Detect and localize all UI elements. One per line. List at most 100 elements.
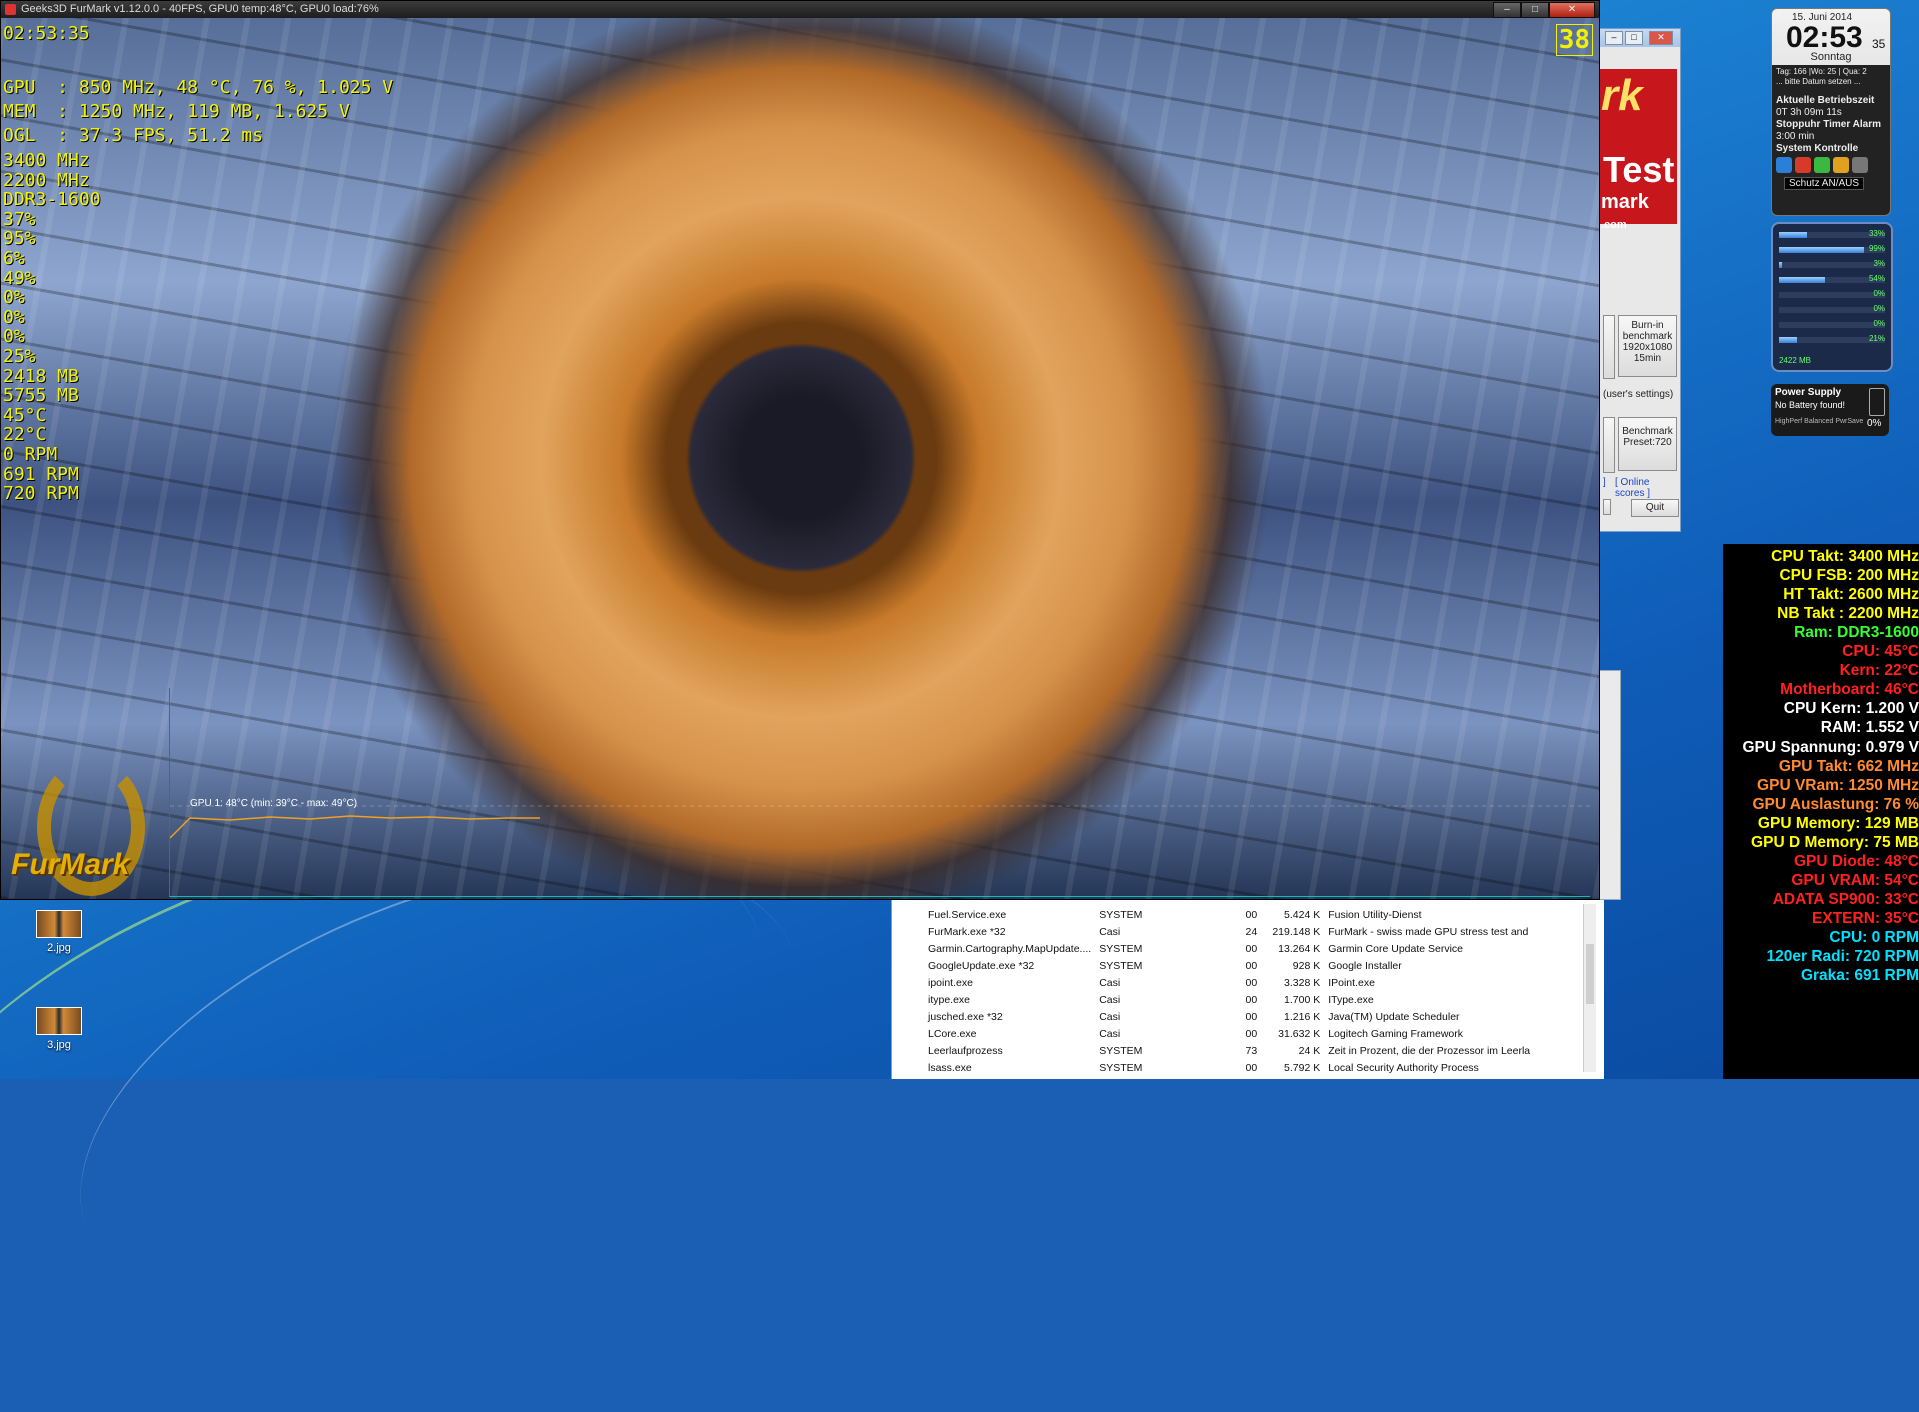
settings-label[interactable]: (user's settings)	[1603, 389, 1673, 400]
minimize-button[interactable]: –	[1493, 2, 1521, 18]
partial-button[interactable]	[1603, 417, 1615, 473]
sensor-reading: CPU: 45°C	[1842, 643, 1919, 661]
quit-button[interactable]: Quit	[1631, 499, 1679, 517]
desktop-icon-label: 3.jpg	[47, 1039, 71, 1051]
meter-bar: 54%	[1779, 277, 1885, 283]
furmark-banner-logo: rk Test mark .com	[1599, 69, 1677, 224]
furmark-window[interactable]: Geeks3D FurMark v1.12.0.0 - 40FPS, GPU0 …	[0, 0, 1600, 900]
process-cell: SYSTEM	[1095, 1059, 1198, 1076]
protect-toggle[interactable]: Schutz AN/AUS	[1784, 177, 1864, 190]
meter-memory: 2422 MB	[1779, 356, 1811, 365]
sensor-reading: Ram: DDR3-1600	[1794, 624, 1919, 642]
process-row[interactable]: LCore.exeCasi0031.632 KLogitech Gaming F…	[924, 1025, 1534, 1042]
close-button[interactable]: ✕	[1649, 31, 1673, 45]
process-cell: itype.exe	[924, 991, 1095, 1008]
osd-ogl-line: OGL : 37.3 FPS, 51.2 ms	[3, 124, 263, 148]
power-supply-gadget[interactable]: Power Supply No Battery found! HighPerf …	[1771, 384, 1889, 436]
timer-value[interactable]: 3:00 min	[1776, 131, 1814, 142]
image-file-icon	[36, 910, 82, 938]
osd-mem-line: MEM : 1250 MHz, 119 MB, 1.625 V	[3, 100, 350, 124]
meter-fill	[1779, 232, 1807, 238]
osd-gpu-line: GPU : 850 MHz, 48 °C, 76 %, 1.025 V	[3, 76, 393, 100]
power-plans[interactable]: HighPerf Balanced PwrSave	[1775, 418, 1863, 425]
clock-gadget[interactable]: 15. Juni 2014 02:53 35 Sonntag Tag: 166 …	[1771, 8, 1891, 216]
sensor-reading: CPU FSB: 200 MHz	[1779, 567, 1919, 585]
system-control-label: System Kontrolle	[1776, 143, 1858, 154]
process-row[interactable]: Garmin.Cartography.MapUpdate....SYSTEM00…	[924, 940, 1534, 957]
process-cell: 00	[1198, 1025, 1261, 1042]
close-button[interactable]: ✕	[1549, 2, 1595, 18]
process-cell: 219.148 K	[1261, 923, 1324, 940]
process-cell: IPoint.exe	[1324, 974, 1534, 991]
maximize-button[interactable]: □	[1521, 2, 1549, 18]
process-cell: Fusion Utility-Dienst	[1324, 906, 1534, 923]
process-cell: 00	[1198, 1008, 1261, 1025]
desktop-icon-3jpg[interactable]: 3.jpg	[24, 1007, 94, 1051]
process-row[interactable]: Fuel.Service.exeSYSTEM005.424 KFusion Ut…	[924, 906, 1534, 923]
partial-button[interactable]	[1603, 315, 1615, 379]
battery-percent: 0%	[1867, 418, 1881, 429]
minimize-button[interactable]: –	[1605, 31, 1623, 45]
banner-text: rk	[1601, 71, 1643, 121]
process-cell: 1.700 K	[1261, 991, 1324, 1008]
gadget-day: Sonntag	[1772, 51, 1890, 63]
sensor-reading: RAM: 1.552 V	[1821, 719, 1919, 737]
osd-clock: 02:53:35	[3, 22, 90, 46]
sensor-reading: CPU: 0 RPM	[1829, 929, 1919, 947]
process-row[interactable]: LeerlaufprozessSYSTEM7324 KZeit in Proze…	[924, 1042, 1534, 1059]
process-cell: SYSTEM	[1095, 1042, 1198, 1059]
process-cell: FurMark.exe *32	[924, 923, 1095, 940]
benchmark-preset-button[interactable]: Benchmark Preset:720	[1618, 417, 1677, 471]
process-cell: ipoint.exe	[924, 974, 1095, 991]
process-cell: 00	[1198, 940, 1261, 957]
maximize-button[interactable]: □	[1625, 31, 1643, 45]
vertical-scrollbar[interactable]	[1583, 904, 1596, 1072]
process-cell: 24 K	[1261, 1042, 1324, 1059]
partial-button[interactable]	[1603, 499, 1611, 515]
furmark-titlebar[interactable]: Geeks3D FurMark v1.12.0.0 - 40FPS, GPU0 …	[1, 1, 1599, 18]
process-cell: 24	[1198, 923, 1261, 940]
sensor-reading: HT Takt: 2600 MHz	[1783, 586, 1919, 604]
process-cell: 13.264 K	[1261, 940, 1324, 957]
online-scores-link[interactable]: [ Online scores ]	[1615, 477, 1680, 499]
uptime-label: Aktuelle Betriebszeit	[1776, 95, 1874, 106]
cpu-meter-gadget[interactable]: 33%99%3%54%0%0%0%21% 2422 MB	[1771, 222, 1893, 372]
sensor-reading: Graka: 691 RPM	[1801, 967, 1919, 985]
process-row[interactable]: lsass.exeSYSTEM005.792 KLocal Security A…	[924, 1059, 1534, 1076]
process-cell: Google Installer	[1324, 957, 1534, 974]
sensor-reading: GPU Spannung: 0.979 V	[1742, 739, 1919, 757]
meter-fill	[1779, 277, 1825, 283]
process-row[interactable]: ipoint.exeCasi003.328 KIPoint.exe	[924, 974, 1534, 991]
process-cell: 5.792 K	[1261, 1059, 1324, 1076]
temperature-graph: GPU 1: 48°C (min: 39°C - max: 49°C)	[169, 688, 1590, 897]
process-cell: Local Security Authority Process	[1324, 1059, 1534, 1076]
process-cell: 928 K	[1261, 957, 1324, 974]
burn-in-benchmark-button[interactable]: Burn-in benchmark 1920x1080 15min	[1618, 315, 1677, 377]
meter-value: 0%	[1873, 289, 1885, 298]
lock-icon[interactable]	[1833, 157, 1849, 173]
meter-bar: 3%	[1779, 262, 1885, 268]
furmark-logo-text: FurMark	[11, 848, 129, 882]
logoff-icon[interactable]	[1852, 157, 1868, 173]
restart-icon[interactable]	[1795, 157, 1811, 173]
sleep-icon[interactable]	[1814, 157, 1830, 173]
process-row[interactable]: itype.exeCasi001.700 KIType.exe	[924, 991, 1534, 1008]
meter-bar: 0%	[1779, 322, 1885, 328]
banner-text: mark	[1601, 191, 1649, 214]
process-cell: 00	[1198, 1059, 1261, 1076]
background-window-edge[interactable]	[1598, 670, 1621, 900]
process-cell: 00	[1198, 906, 1261, 923]
power-icon[interactable]	[1776, 157, 1792, 173]
desktop-icon-2jpg[interactable]: 2.jpg	[24, 910, 94, 954]
sensor-reading: GPU D Memory: 75 MB	[1751, 834, 1919, 852]
process-row[interactable]: GoogleUpdate.exe *32SYSTEM00928 KGoogle …	[924, 957, 1534, 974]
meter-value: 3%	[1873, 259, 1885, 268]
process-row[interactable]: FurMark.exe *32Casi24219.148 KFurMark - …	[924, 923, 1534, 940]
process-cell: 00	[1198, 974, 1261, 991]
process-row[interactable]: jusched.exe *32Casi001.216 KJava(TM) Upd…	[924, 1008, 1534, 1025]
meter-value: 0%	[1873, 319, 1885, 328]
scrollbar-thumb[interactable]	[1586, 944, 1594, 1004]
launcher-titlebar[interactable]: – □ ✕	[1599, 29, 1680, 47]
meter-value: 33%	[1869, 229, 1885, 238]
process-cell: GoogleUpdate.exe *32	[924, 957, 1095, 974]
